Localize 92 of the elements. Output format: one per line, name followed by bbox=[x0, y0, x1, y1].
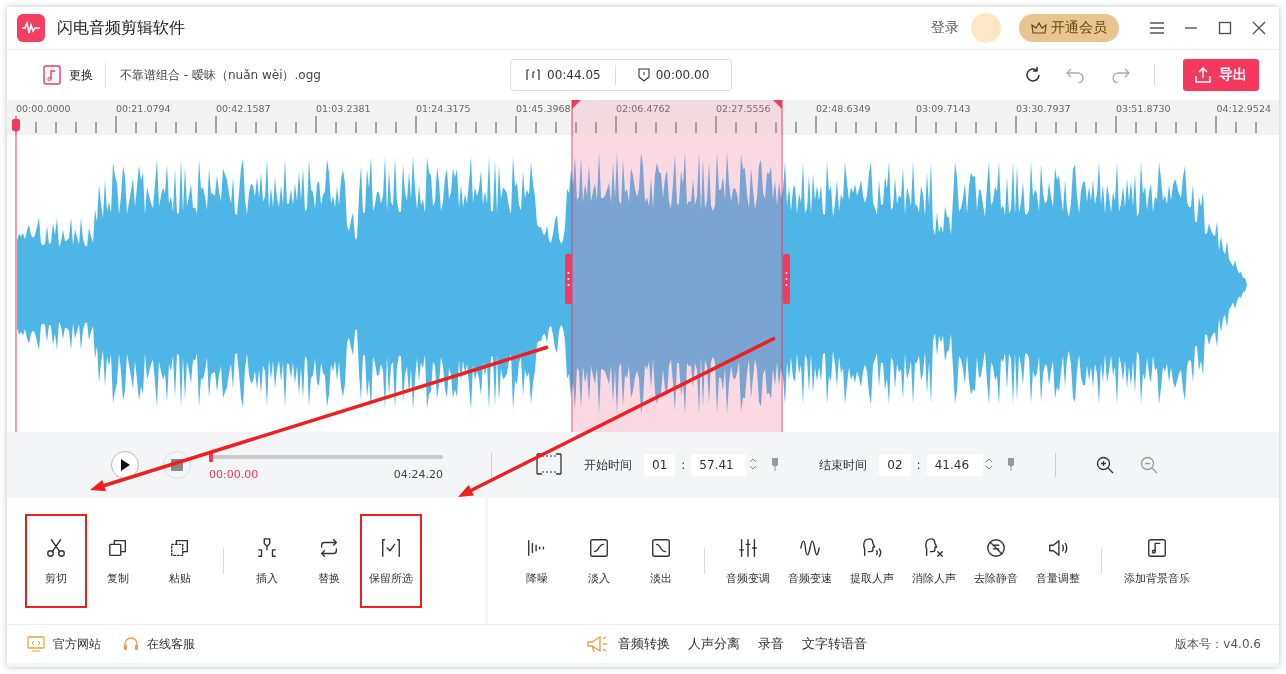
ruler-time-label: 03:30.7937 bbox=[1016, 103, 1071, 115]
ruler-time-label: 03:09.7143 bbox=[916, 103, 971, 115]
scissors-icon bbox=[45, 536, 67, 559]
selection-boundary-line[interactable] bbox=[571, 100, 573, 432]
tool-button[interactable]: 音量调整 bbox=[1026, 514, 1089, 608]
time-separator: : bbox=[916, 458, 921, 472]
ruler-time-label: 04:12.9524 bbox=[1216, 103, 1271, 115]
selection-region[interactable] bbox=[573, 135, 781, 432]
app-logo-icon bbox=[17, 14, 45, 42]
start-time-label: 开始时间 bbox=[584, 456, 632, 474]
ruler-time-label: 01:03.2381 bbox=[316, 103, 371, 115]
crown-icon bbox=[1031, 21, 1047, 35]
end-minutes-field[interactable]: 02 bbox=[879, 454, 911, 476]
tool-button[interactable]: 剪切 bbox=[25, 514, 87, 608]
playback-thumb[interactable] bbox=[209, 452, 213, 462]
clip-duration-icon bbox=[525, 69, 541, 81]
footer-link[interactable]: 官方网站 bbox=[27, 635, 101, 653]
mark-time: 00:00.00 bbox=[655, 68, 710, 82]
head-sound-icon bbox=[860, 536, 883, 559]
music-note-icon bbox=[1145, 536, 1168, 559]
play-icon bbox=[119, 458, 131, 472]
refresh-icon[interactable] bbox=[1024, 66, 1042, 84]
tool-button[interactable]: 消除人声 bbox=[902, 514, 965, 608]
footer-link[interactable]: 人声分离 bbox=[687, 635, 740, 653]
login-link[interactable]: 登录 bbox=[931, 19, 959, 37]
export-button[interactable]: 导出 bbox=[1183, 59, 1259, 91]
end-seconds-field[interactable]: 41.46 bbox=[926, 454, 983, 476]
ruler-time-label: 01:24.3175 bbox=[416, 103, 471, 115]
no-sign-icon bbox=[984, 536, 1007, 559]
current-time: 00:00.00 bbox=[209, 468, 259, 481]
ruler-time-label: 02:27.5556 bbox=[716, 103, 771, 115]
footer-link[interactable]: 文字转语音 bbox=[801, 635, 867, 653]
vip-button[interactable]: 开通会员 bbox=[1019, 14, 1119, 42]
zoom-in-icon[interactable] bbox=[1095, 456, 1114, 474]
pin-icon[interactable] bbox=[1006, 456, 1015, 474]
tool-button[interactable]: 去除静音 bbox=[964, 514, 1027, 608]
ruler-time-label: 00:21.0794 bbox=[116, 103, 171, 115]
start-seconds-field[interactable]: 57.41 bbox=[691, 454, 748, 476]
undo-icon[interactable] bbox=[1066, 67, 1086, 83]
fade-in-curve-icon bbox=[587, 536, 610, 559]
tool-button[interactable]: 降噪 bbox=[505, 514, 568, 608]
total-time: 04:24.20 bbox=[393, 468, 443, 481]
redo-icon[interactable] bbox=[1110, 67, 1130, 83]
upload-icon bbox=[1195, 67, 1211, 83]
tool-button[interactable]: 插入 bbox=[236, 514, 298, 608]
version-label: 版本号：v4.0.6 bbox=[1175, 635, 1261, 653]
selection-boundary-line[interactable] bbox=[781, 100, 783, 432]
file-name: 不靠谱组合 - 暧昧（nuǎn wèi）.ogg bbox=[120, 66, 322, 84]
footer-link[interactable]: 录音 bbox=[757, 635, 784, 653]
selection-start-handle[interactable] bbox=[565, 254, 572, 304]
megaphone-icon bbox=[585, 634, 608, 654]
replace-file-button[interactable]: 更换 bbox=[43, 63, 106, 87]
monitor-icon bbox=[27, 636, 45, 652]
time-separator: : bbox=[681, 458, 686, 472]
tool-button[interactable]: 淡入 bbox=[567, 514, 630, 608]
tool-button[interactable]: 音频变速 bbox=[778, 514, 841, 608]
ruler-time-label: 00:42.1587 bbox=[216, 103, 271, 115]
insert-icon bbox=[256, 536, 278, 559]
ruler-time-label: 02:48.6349 bbox=[816, 103, 871, 115]
tool-button[interactable]: 提取人声 bbox=[840, 514, 903, 608]
app-title: 闪电音频剪辑软件 bbox=[57, 17, 185, 39]
headset-icon bbox=[123, 636, 139, 652]
tool-button[interactable]: 音频变调 bbox=[716, 514, 779, 608]
playback-progress-track[interactable] bbox=[209, 455, 443, 459]
play-button[interactable] bbox=[111, 451, 139, 479]
tool-button[interactable]: 复制 bbox=[87, 514, 149, 608]
ruler-time-label: 03:51.8730 bbox=[1116, 103, 1171, 115]
head-cross-icon bbox=[922, 536, 945, 559]
end-time-label: 结束时间 bbox=[819, 456, 868, 474]
bracket-check-icon bbox=[380, 536, 402, 559]
tool-button[interactable]: 淡出 bbox=[629, 514, 692, 608]
marker-icon bbox=[637, 68, 650, 82]
fade-out-curve-icon bbox=[649, 536, 672, 559]
playhead[interactable] bbox=[12, 119, 20, 432]
selection-end-handle[interactable] bbox=[783, 254, 790, 304]
swap-arrows-icon bbox=[318, 536, 340, 559]
ruler-time-label: 01:45.3968 bbox=[516, 103, 571, 115]
tool-button[interactable]: 保留所选 bbox=[360, 514, 422, 608]
tool-button[interactable]: 粘贴 bbox=[149, 514, 211, 608]
footer-link[interactable]: 在线客服 bbox=[123, 635, 195, 653]
footer-link[interactable]: 音频转换 bbox=[617, 635, 670, 653]
clip-duration: 00:44.05 bbox=[547, 68, 601, 82]
tool-button[interactable]: 替换 bbox=[298, 514, 360, 608]
start-minutes-field[interactable]: 01 bbox=[644, 454, 676, 476]
tool-button[interactable]: 添加背景音乐 bbox=[1113, 514, 1200, 608]
selection-icon[interactable] bbox=[536, 452, 562, 478]
ruler-time-label: 02:06.4762 bbox=[616, 103, 671, 115]
ruler-time-label: 00:00.0000 bbox=[16, 103, 71, 115]
music-file-icon bbox=[43, 65, 61, 85]
pin-icon[interactable] bbox=[771, 456, 780, 474]
equalizer-sliders-icon bbox=[736, 536, 759, 559]
zoom-out-icon[interactable] bbox=[1139, 456, 1158, 474]
